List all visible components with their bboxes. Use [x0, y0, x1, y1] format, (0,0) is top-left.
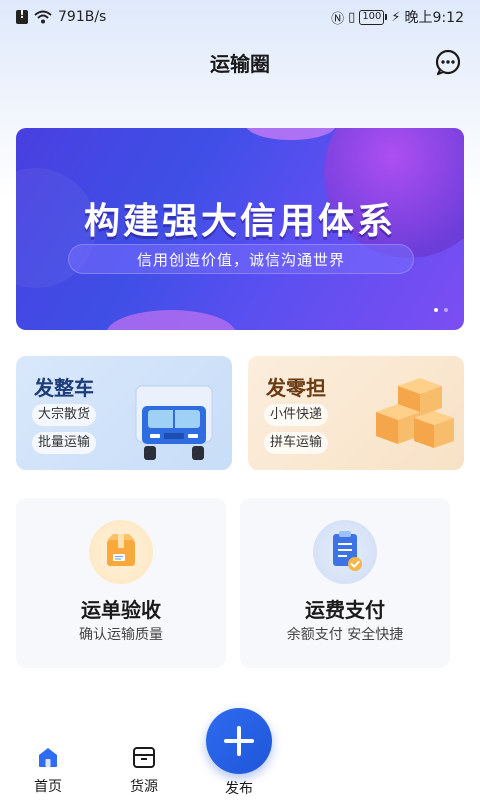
feature-title: 运单验收	[81, 598, 161, 622]
app-header: 运输圈	[0, 40, 480, 84]
banner-slogan: 信用创造价值，诚信沟通世界	[68, 244, 414, 274]
nav-label: 货源	[130, 779, 158, 795]
nav-label: 首页	[34, 779, 62, 795]
service-title: 发整车	[34, 376, 94, 400]
nfc-icon: Ⓝ	[331, 11, 345, 27]
feature-title: 运费支付	[305, 598, 385, 622]
nav-tab-home[interactable]: 首页	[18, 744, 78, 796]
service-tag: 拼车运输	[264, 432, 329, 454]
service-tag: 小件快递	[264, 404, 329, 426]
package-icon	[89, 520, 153, 584]
service-tag: 批量运输	[32, 432, 97, 454]
publish-button[interactable]	[206, 708, 272, 774]
waybill-acceptance-card[interactable]: 运单验收 确认运输质量	[16, 498, 226, 668]
page-title: 运输圈	[210, 51, 270, 76]
home-icon	[39, 748, 57, 767]
notification-icon	[16, 8, 28, 24]
vibrate-icon: ▯	[348, 9, 356, 25]
service-tag: 大宗散货	[32, 404, 97, 426]
carousel-dot-active	[434, 308, 438, 312]
battery-indicator: 100	[359, 9, 388, 25]
plus-icon	[224, 726, 254, 756]
service-title: 发零担	[266, 376, 326, 400]
publish-label: 发布	[225, 781, 253, 797]
carousel-indicator	[434, 308, 448, 312]
banner-headline: 构建强大信用体系	[83, 201, 396, 242]
chat-bubble-icon[interactable]	[434, 48, 462, 76]
feature-subtitle: 确认运输质量	[79, 627, 163, 643]
freight-payment-card[interactable]: 运费支付 余额支付 安全快捷	[240, 498, 450, 668]
promo-banner[interactable]: 构建强大信用体系 信用创造价值，诚信沟通世界	[16, 128, 464, 330]
net-speed: 791B/s	[58, 9, 107, 25]
full-truckload-card[interactable]: 发整车 大宗散货 批量运输	[16, 356, 232, 470]
status-bar: 791B/s Ⓝ ▯ 100 ⚡ 晚上9:12	[0, 0, 480, 34]
clock: 晚上9:12	[404, 10, 464, 26]
truck-icon	[135, 385, 213, 460]
feature-subtitle: 余额支付 安全快捷	[286, 627, 404, 643]
charging-icon: ⚡	[391, 9, 401, 25]
clipboard-check-icon	[313, 520, 377, 584]
carousel-dot	[444, 308, 448, 312]
battery-level: 100	[359, 9, 385, 25]
box-outline-icon	[133, 747, 155, 768]
less-than-truckload-card[interactable]: 发零担 小件快递 拼车运输	[248, 356, 464, 470]
boxes-icon	[376, 378, 454, 448]
wifi-icon	[34, 10, 52, 24]
nav-tab-goods[interactable]: 货源	[114, 744, 174, 796]
